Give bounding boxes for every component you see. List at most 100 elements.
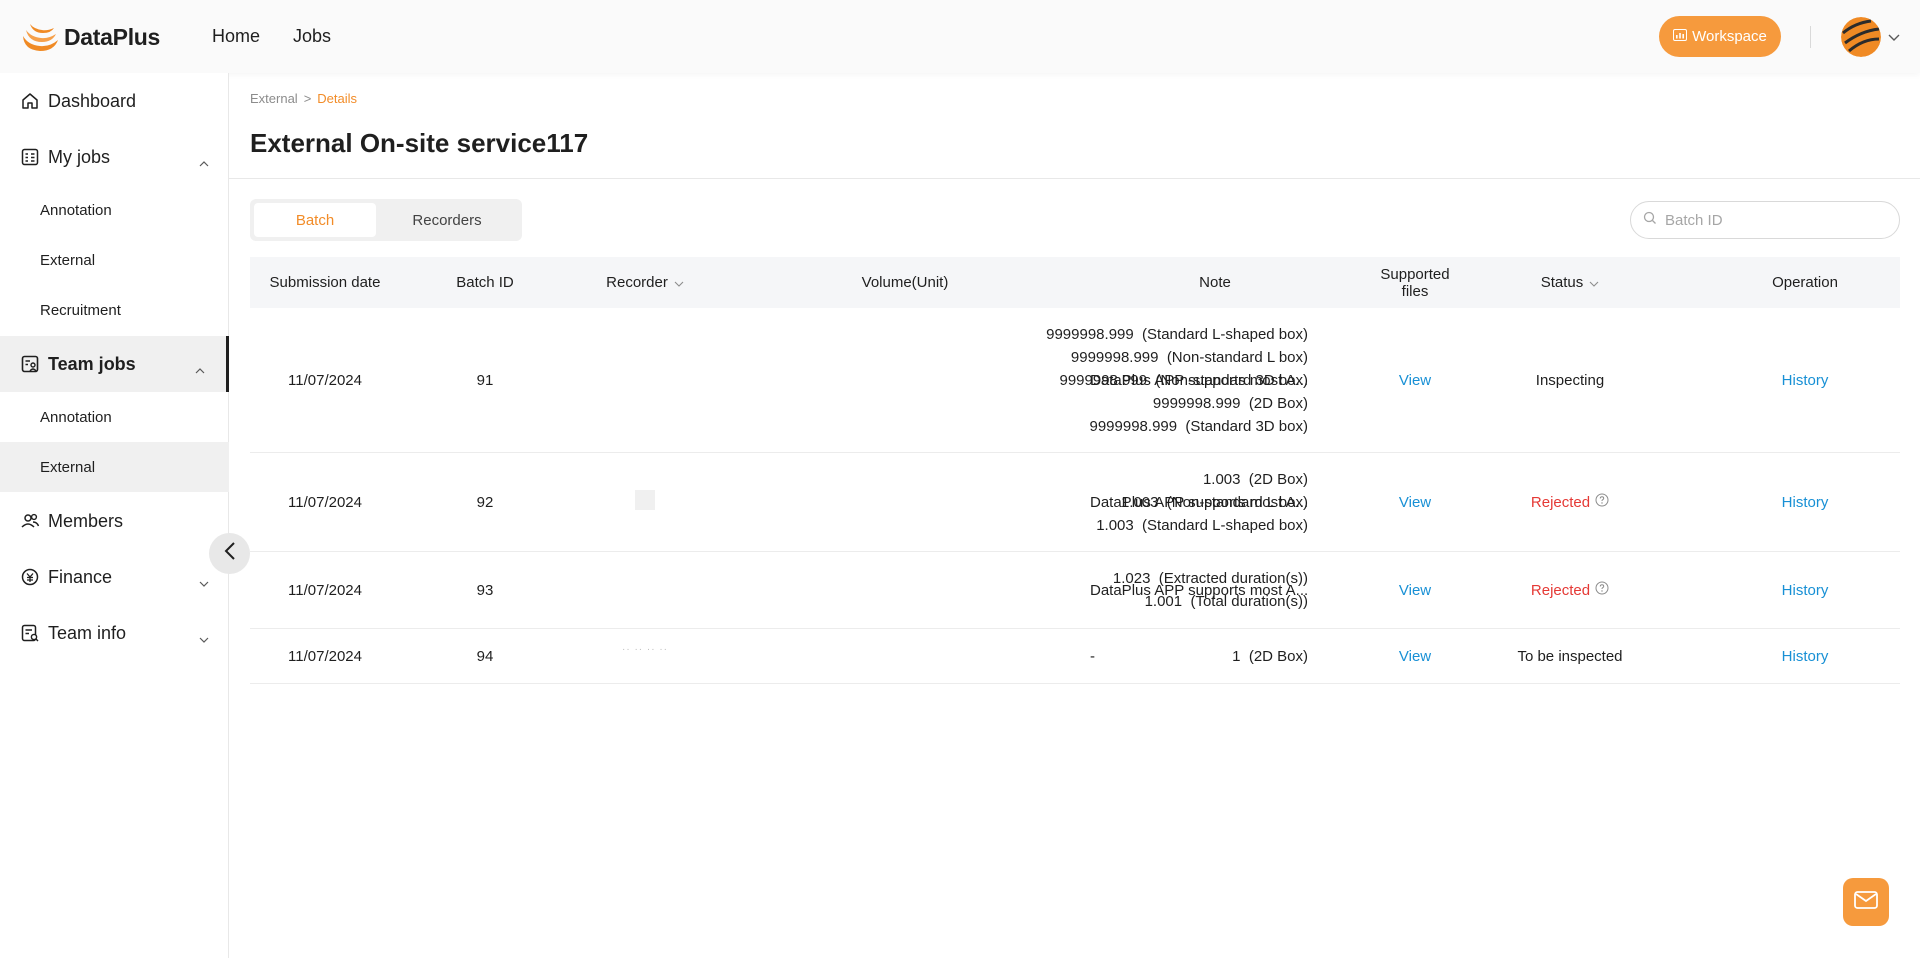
workspace-label: Workspace — [1692, 28, 1767, 45]
cell-recorder — [570, 308, 720, 452]
sidebar: Dashboard My jobs Annotation External Re… — [0, 73, 229, 958]
sidebar-item-my-external[interactable]: External — [0, 235, 229, 285]
chevron-down-icon — [199, 571, 209, 592]
nav-home[interactable]: Home — [212, 26, 260, 47]
header-divider — [1810, 26, 1811, 48]
cell-date: 11/07/2024 — [288, 371, 362, 389]
sidebar-item-team-info[interactable]: Team info — [0, 605, 229, 661]
tab-recorders[interactable]: Recorders — [376, 203, 518, 237]
user-avatar[interactable] — [1841, 17, 1881, 57]
sidebar-item-finance[interactable]: Finance — [0, 549, 229, 605]
breadcrumb: External > Details — [250, 91, 357, 106]
workspace-button[interactable]: Workspace — [1659, 16, 1781, 57]
sidebar-collapse-button[interactable] — [209, 533, 250, 574]
team-info-icon — [20, 623, 40, 643]
cell-note: DataPlus APP supports most A... — [1090, 371, 1309, 389]
col-status[interactable]: Status — [1490, 257, 1650, 308]
history-link[interactable]: History — [1782, 372, 1829, 389]
sidebar-item-members[interactable]: Members — [0, 493, 229, 549]
sidebar-item-label: Annotation — [40, 408, 112, 426]
sidebar-item-label: Members — [48, 510, 124, 531]
top-nav: Home Jobs — [212, 26, 331, 47]
view-files-link[interactable]: View — [1399, 372, 1431, 389]
history-link[interactable]: History — [1782, 648, 1829, 665]
sidebar-item-label: Annotation — [40, 201, 112, 219]
col-status-label: Status — [1540, 274, 1584, 291]
cell-date: 11/07/2024 — [288, 493, 362, 511]
workspace-icon — [1673, 28, 1688, 45]
status-label: Rejected — [1530, 581, 1591, 599]
search-box — [1630, 201, 1900, 239]
history-link[interactable]: History — [1782, 494, 1829, 511]
sidebar-item-my-annotation[interactable]: Annotation — [0, 185, 229, 235]
nav-jobs[interactable]: Jobs — [293, 26, 331, 47]
sidebar-item-team-jobs[interactable]: Team jobs — [0, 336, 229, 392]
breadcrumb-separator: > — [303, 91, 312, 106]
tab-batch[interactable]: Batch — [254, 203, 376, 237]
view-files-link[interactable]: View — [1399, 582, 1431, 599]
sidebar-item-team-external[interactable]: External — [0, 442, 229, 492]
table-header: Submission date Batch ID Recorder Volume… — [250, 257, 1900, 308]
status-badge: Rejected — [1531, 581, 1609, 599]
col-supported-files-line1: Supported — [1380, 265, 1450, 283]
help-circle-icon[interactable] — [1595, 493, 1609, 511]
col-operation: Operation — [1772, 274, 1838, 291]
cell-batch-id: 91 — [476, 371, 494, 389]
sidebar-item-dashboard[interactable]: Dashboard — [0, 73, 229, 129]
col-submission-date: Submission date — [269, 274, 381, 291]
cell-recorder — [570, 453, 720, 551]
sidebar-item-label: External — [40, 251, 96, 269]
sidebar-item-label: Team info — [48, 622, 127, 643]
table-row: 11/07/2024 91 9999998.999 (Standard L-sh… — [250, 308, 1900, 453]
col-recorder-label: Recorder — [606, 274, 668, 291]
chevron-down-icon[interactable] — [1888, 29, 1900, 47]
cell-recorder — [570, 552, 720, 628]
divider — [229, 178, 1920, 179]
breadcrumb-current: Details — [317, 91, 358, 106]
view-files-link[interactable]: View — [1399, 494, 1431, 511]
dataplus-logo-icon — [20, 20, 60, 54]
chevron-up-icon — [195, 358, 205, 379]
search-icon — [1643, 211, 1657, 230]
recorder-loading-indicator: ·· ·· ·· ·· — [622, 643, 668, 655]
sidebar-item-label: Team jobs — [48, 353, 136, 374]
cell-batch-id: 94 — [476, 647, 494, 665]
view-tabs: Batch Recorders — [250, 199, 522, 241]
app-logo[interactable]: DataPlus — [20, 20, 160, 54]
message-button[interactable] — [1843, 878, 1889, 926]
status-badge: To be inspected — [1517, 647, 1623, 665]
sidebar-item-label: External — [40, 458, 96, 476]
help-circle-icon[interactable] — [1595, 581, 1609, 599]
sidebar-item-team-annotation[interactable]: Annotation — [0, 392, 229, 442]
home-icon — [20, 91, 40, 111]
col-batch-id: Batch ID — [456, 274, 514, 291]
batch-id-search-input[interactable] — [1665, 211, 1885, 229]
status-badge: Inspecting — [1535, 371, 1605, 389]
status-badge: Rejected — [1531, 493, 1609, 511]
finance-icon — [20, 567, 40, 587]
table-row: 11/07/2024 92 1.003 (2D Box) 1.003 (Non-… — [250, 453, 1900, 552]
app-name: DataPlus — [64, 23, 161, 50]
view-files-link[interactable]: View — [1399, 648, 1431, 665]
col-recorder[interactable]: Recorder — [570, 257, 720, 308]
breadcrumb-parent[interactable]: External — [250, 91, 298, 106]
cell-date: 11/07/2024 — [288, 581, 362, 599]
top-header: DataPlus Home Jobs Workspace — [0, 0, 1920, 73]
cell-note: - — [1090, 647, 1095, 665]
recorder-avatar-placeholder — [635, 490, 655, 510]
members-icon — [20, 511, 40, 531]
table-row: 11/07/2024 93 1.023 (Extracted duration(… — [250, 552, 1900, 629]
sidebar-item-label: Finance — [48, 566, 113, 587]
col-note: Note — [1199, 274, 1231, 291]
chevron-down-icon — [1589, 274, 1599, 291]
chevron-up-icon — [199, 151, 209, 172]
cell-recorder: ·· ·· ·· ·· — [570, 629, 720, 683]
history-link[interactable]: History — [1782, 582, 1829, 599]
page-title: External On-site service117 — [250, 128, 589, 158]
col-supported-files: Supported files — [1360, 257, 1470, 308]
cell-date: 11/07/2024 — [288, 647, 362, 665]
sidebar-item-my-recruitment[interactable]: Recruitment — [0, 285, 229, 335]
sidebar-item-my-jobs[interactable]: My jobs — [0, 129, 229, 185]
jobs-icon — [20, 147, 40, 167]
table-row: 11/07/2024 94 ·· ·· ·· ·· 1 (2D Box) - V… — [250, 629, 1900, 684]
